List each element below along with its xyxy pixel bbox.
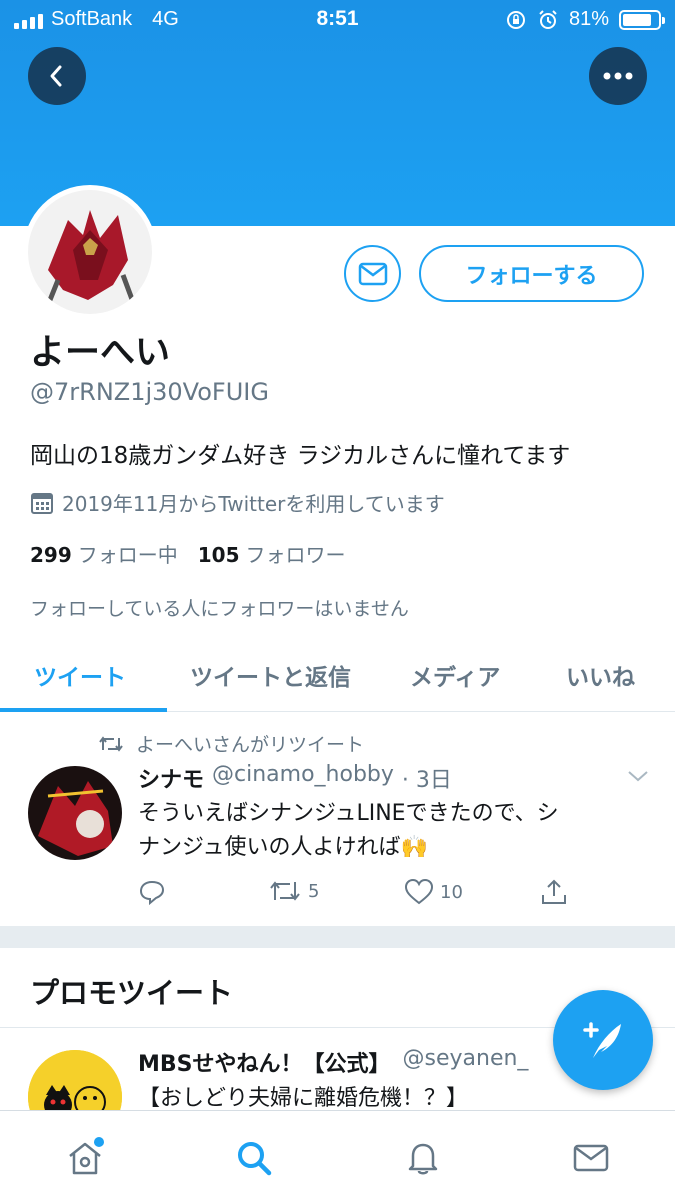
alarm-icon <box>539 9 557 29</box>
retweet-button[interactable]: 5 <box>268 878 319 904</box>
compose-feather-icon <box>583 1022 621 1058</box>
profile-tabs: ツイート ツイートと返信 メディア いいね <box>0 640 675 712</box>
bell-icon <box>408 1143 438 1175</box>
user-handle: @7rRNZ1j30VoFUIG <box>30 378 269 406</box>
tweet-time: · 3日 <box>401 768 452 793</box>
promo-text: 【おしどり夫婦に離婚危機！？】 <box>138 1086 469 1111</box>
retweet-context: よーへいさんがリツイート <box>98 730 364 757</box>
followers-label: フォロワー <box>245 543 346 567</box>
tweet-text: そういえばシナンジュLINEできたので、シ ナンジュ使いの人よければ🙌 <box>138 797 638 865</box>
compose-tweet-button[interactable] <box>553 990 653 1090</box>
followers-link[interactable]: 105 フォロワー <box>198 539 346 568</box>
follow-button[interactable]: フォローする <box>419 245 644 302</box>
reply-button[interactable] <box>138 878 166 906</box>
share-icon <box>542 879 566 904</box>
followers-count: 105 <box>197 543 240 567</box>
retweet-icon <box>270 881 300 901</box>
promo-header: MBSせやねん！【公式】 @seyanen_ <box>138 1046 578 1078</box>
mutual-followers-note: フォローしている人にフォロワーはいません <box>30 598 409 620</box>
tab-tweets-and-replies[interactable]: ツイートと返信 <box>190 640 351 710</box>
display-name: よーへい <box>30 333 171 373</box>
avatar <box>28 190 152 314</box>
battery-percent: 81% <box>568 8 609 30</box>
tab-media[interactable]: メディア <box>410 640 500 710</box>
share-button[interactable] <box>540 878 568 906</box>
like-count: 10 <box>440 881 463 903</box>
calendar-icon <box>31 492 53 514</box>
orientation-lock-icon <box>506 10 525 29</box>
nav-notifications[interactable] <box>398 1133 448 1183</box>
promoted-section-title: プロモツイート <box>30 976 234 1010</box>
heart-icon <box>404 878 434 905</box>
tweet-author-avatar[interactable] <box>28 766 122 860</box>
ellipsis-icon <box>603 72 633 80</box>
notification-dot <box>94 1137 104 1147</box>
section-divider <box>0 926 675 948</box>
tab-tweets[interactable]: ツイート <box>34 640 126 710</box>
envelope-icon <box>358 262 387 285</box>
tweet-header: シナモ @cinamo_hobby · 3日 <box>138 762 452 794</box>
retweet-count: 5 <box>308 880 320 902</box>
nav-search[interactable] <box>229 1133 279 1183</box>
tweet-actions: 5 10 <box>0 870 675 916</box>
chevron-left-icon <box>50 65 62 87</box>
retweeted-by-text: よーへいさんがリツイート <box>136 734 365 756</box>
following-link[interactable]: 299 フォロー中 <box>30 539 178 568</box>
bottom-navigation <box>0 1110 675 1200</box>
follow-counts: 299 フォロー中 105 フォロワー <box>30 539 346 568</box>
tweet-author-name[interactable]: シナモ <box>138 762 204 794</box>
nav-messages[interactable] <box>566 1133 616 1183</box>
battery-icon <box>619 9 665 30</box>
profile-avatar[interactable] <box>23 185 157 319</box>
like-button[interactable]: 10 <box>404 878 463 906</box>
retweet-icon <box>99 735 123 752</box>
status-bar: SoftBank 4G 8:51 81% <box>0 0 675 40</box>
join-date: 2019年11月からTwitterを利用しています <box>30 488 445 517</box>
reply-icon <box>139 880 165 906</box>
promo-author-handle[interactable]: @seyanen_ <box>403 1046 529 1078</box>
search-icon <box>238 1142 272 1176</box>
more-options-button[interactable] <box>589 47 647 105</box>
active-tab-indicator <box>0 708 167 712</box>
promo-author-name[interactable]: MBSせやねん！【公式】 <box>138 1046 391 1078</box>
back-button[interactable] <box>28 47 86 105</box>
tweet-text-line-2: ナンジュ使いの人よければ🙌 <box>138 835 428 860</box>
chevron-down-icon[interactable] <box>626 768 650 784</box>
tab-likes[interactable]: いいね <box>566 640 635 710</box>
envelope-icon <box>573 1144 609 1172</box>
tweet-author-handle[interactable]: @cinamo_hobby <box>212 762 394 794</box>
message-button[interactable] <box>344 245 401 302</box>
following-count: 299 <box>30 543 72 567</box>
profile-bio: 岡山の18歳ガンダム好き ラジカルさんに憧れてます <box>30 443 571 469</box>
following-label: フォロー中 <box>77 543 178 567</box>
join-date-text: 2019年11月からTwitterを利用しています <box>62 492 445 516</box>
nav-home[interactable] <box>60 1133 110 1183</box>
tweet-text-line-1: そういえばシナンジュLINEできたので、シ <box>138 801 559 826</box>
